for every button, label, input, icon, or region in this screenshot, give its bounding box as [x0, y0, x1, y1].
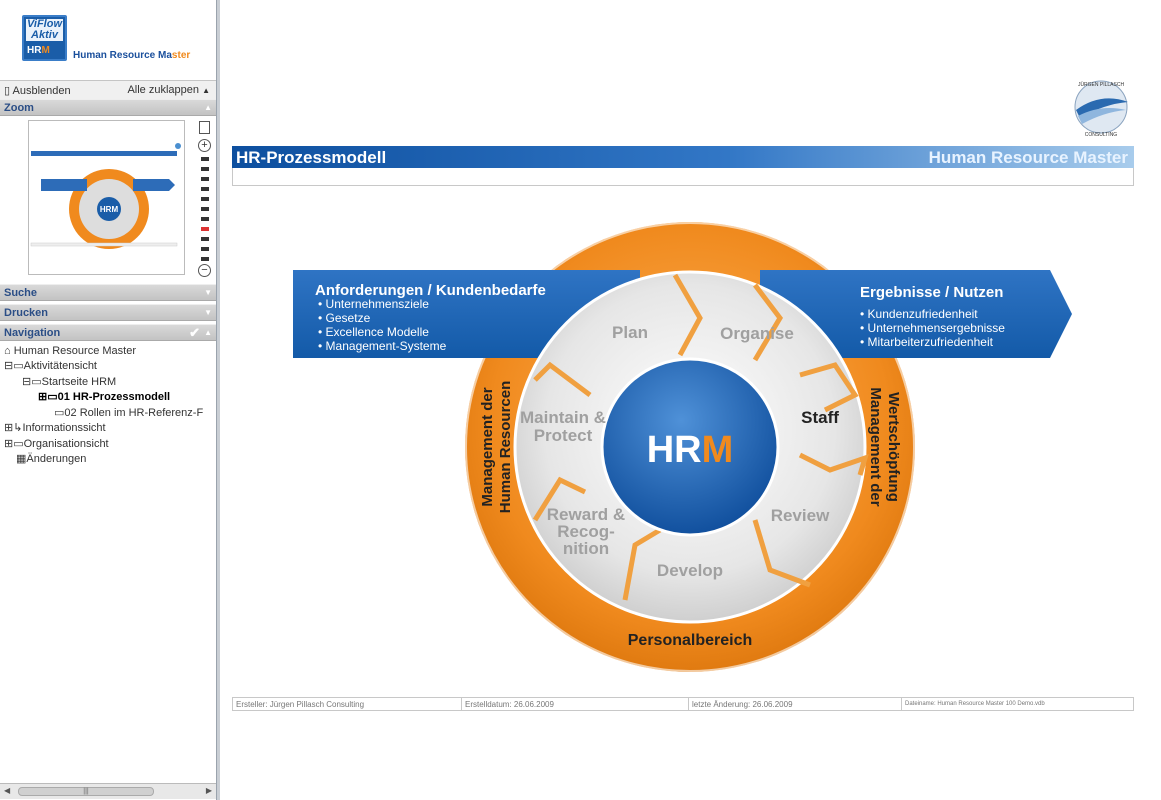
segment-organise[interactable]: Organise	[720, 324, 794, 343]
scroll-thumb[interactable]: |||	[18, 787, 154, 796]
tree-item-organisationsicht[interactable]: ⊞▭Organisationsicht	[4, 437, 109, 451]
segment-staff[interactable]: Staff	[801, 408, 839, 427]
collapse-icon: ⊟	[4, 360, 14, 372]
results-item: • Mitarbeiterzufriedenheit	[860, 335, 994, 349]
results-item: • Unternehmensergebnisse	[860, 321, 1005, 335]
footer-created: Erstelldatum: 26.06.2009	[465, 700, 554, 709]
section-navigation[interactable]: Navigation ✔ ▲	[0, 324, 216, 341]
hub-hr: HR	[647, 429, 702, 471]
panel-icon: ▯	[4, 85, 11, 97]
app-name: Human Resource Master	[73, 50, 191, 61]
ring-bottom: Personalbereich	[628, 632, 753, 649]
logo-top-text: ViFlow Aktiv	[26, 18, 63, 41]
logo-hr: HR	[27, 45, 42, 56]
table-icon: ▦	[16, 453, 27, 465]
tree-item-rollen[interactable]: ▭02 Rollen im HR-Referenz-F	[54, 406, 203, 420]
viflow-logo: ViFlow Aktiv HRM	[22, 15, 67, 61]
zoom-preview[interactable]: HRM	[28, 120, 185, 275]
section-zoom[interactable]: Zoom ▲	[0, 99, 216, 116]
section-print[interactable]: Drucken ▼	[0, 304, 216, 321]
tree-item-aenderungen[interactable]: ▦Änderungen	[16, 452, 86, 466]
segment-reward-3[interactable]: nition	[563, 539, 609, 558]
svg-text:HRM: HRM	[647, 429, 734, 471]
expand-icon: ⊞	[4, 438, 14, 450]
hub-m: M	[702, 429, 734, 471]
horizontal-scrollbar[interactable]: ◀ ||| ▶	[0, 783, 216, 799]
requirements-item: • Excellence Modelle	[318, 325, 429, 339]
chevron-down-icon: ▼	[204, 288, 212, 297]
segment-maintain-1[interactable]: Maintain &	[520, 408, 606, 427]
tree-item-hr-prozessmodell[interactable]: ⊞▭01 HR-Prozessmodell	[38, 390, 170, 404]
results-item: • Kundenzufriedenheit	[860, 307, 978, 321]
process-icon: ▭	[13, 360, 24, 372]
zoom-slider[interactable]: + −	[197, 121, 213, 281]
tree-item-activities[interactable]: ⊟▭Aktivitätensicht	[4, 359, 97, 373]
tree-item-informationssicht[interactable]: ⊞↳Informationssicht	[4, 421, 106, 435]
folder-icon: ▭	[54, 407, 65, 419]
results-title: Ergebnisse / Nutzen	[860, 284, 1003, 301]
requirements-item: • Management-Systeme	[318, 339, 447, 353]
requirements-item: • Unternehmensziele	[318, 297, 429, 311]
footer-changed: letzte Änderung: 26.06.2009	[692, 700, 793, 709]
collapse-all-button[interactable]: Alle zuklappen ▲	[127, 84, 210, 96]
chevron-up-icon: ▲	[204, 328, 212, 337]
org-icon: ▭	[13, 438, 24, 450]
ring-right-line2: Wertschöpfung	[885, 392, 902, 502]
segment-review[interactable]: Review	[771, 506, 830, 525]
expand-icon: ⊞	[4, 422, 14, 434]
zoom-in-icon[interactable]: +	[198, 139, 211, 152]
tree-item-startpage[interactable]: ⊟▭Startseite HRM	[22, 375, 116, 389]
page-footer: Ersteller: Jürgen Pillasch Consulting Er…	[232, 697, 1134, 711]
page-icon[interactable]	[199, 121, 210, 134]
panel-toolbar: ▯ Ausblenden Alle zuklappen ▲	[0, 80, 216, 99]
folder-icon: ▭	[47, 391, 58, 403]
ring-right-line1: Management der	[867, 387, 884, 506]
svg-text:HRM: HRM	[100, 205, 119, 214]
requirements-item: • Gesetze	[318, 311, 371, 325]
footer-file: Dateiname: Human Resource Master 100 Dem…	[905, 701, 1045, 707]
section-search[interactable]: Suche ▼	[0, 284, 216, 301]
folder-icon: ▭	[31, 376, 42, 388]
chevron-up-icon: ▲	[204, 103, 212, 112]
hr-process-diagram: HRM Plan Organise Staff Review Develop R…	[293, 222, 1072, 672]
ring-left-line2: Human Resourcen	[497, 381, 514, 514]
tree-item-root[interactable]: ⌂ Human Resource Master	[4, 344, 136, 358]
house-icon: ⌂	[4, 345, 11, 357]
scroll-left-icon[interactable]: ◀	[4, 786, 10, 795]
chevron-down-icon: ▼	[204, 308, 212, 317]
hide-panel-button[interactable]: ▯ Ausblenden	[4, 84, 71, 97]
scroll-right-icon[interactable]: ▶	[206, 786, 212, 795]
segment-develop[interactable]: Develop	[657, 561, 723, 580]
collapse-icon: ⊟	[22, 376, 32, 388]
segment-maintain-2[interactable]: Protect	[534, 426, 593, 445]
document-view: JÜRGEN PILLASCH CONSULTING HR-Prozessmod…	[217, 0, 1161, 800]
left-panel: ViFlow Aktiv HRM Human Resource Master ▯…	[0, 0, 217, 800]
chevron-up-icon: ▲	[202, 86, 210, 95]
expand-icon: ⊞	[38, 391, 48, 403]
zoom-out-icon[interactable]: −	[198, 264, 211, 277]
ring-left-line1: Management der	[479, 387, 496, 506]
segment-plan[interactable]: Plan	[612, 323, 648, 342]
checkmark-icon: ✔	[189, 325, 200, 340]
logo-m: M	[41, 45, 50, 56]
footer-author: Ersteller: Jürgen Pillasch Consulting	[236, 700, 365, 709]
